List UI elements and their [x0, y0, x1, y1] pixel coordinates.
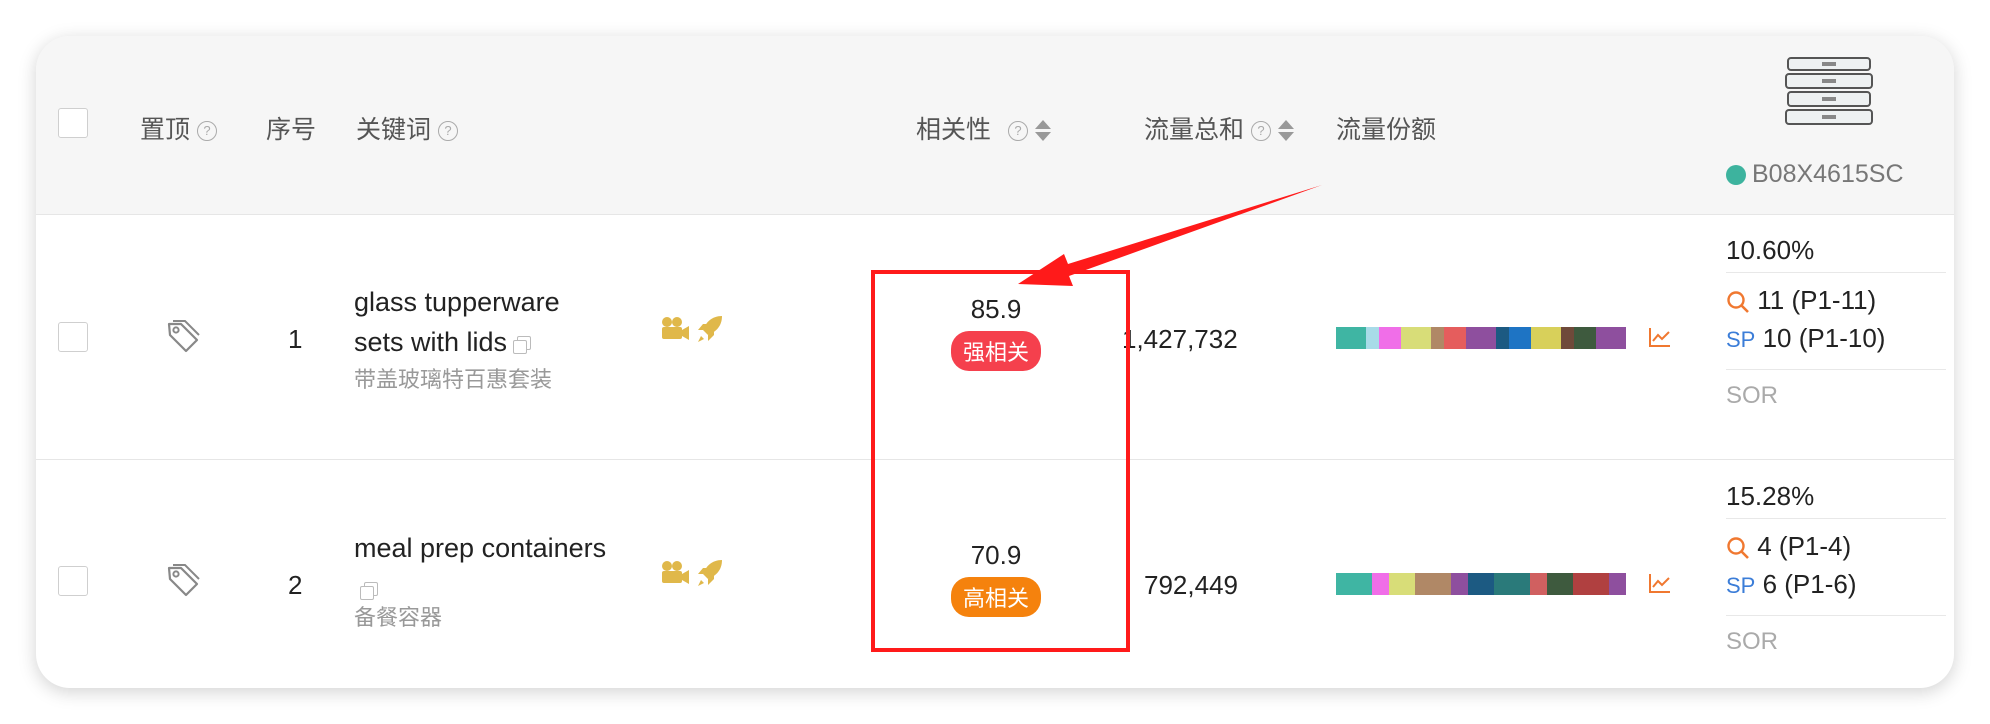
annotation-overlay — [871, 185, 1322, 652]
highlight-box — [871, 270, 1130, 652]
annotation-arrow — [1018, 185, 1322, 286]
